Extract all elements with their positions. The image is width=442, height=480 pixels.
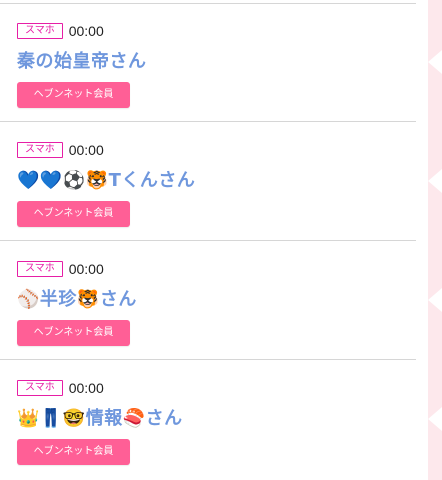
entry-meta: スマホ 00:00 bbox=[17, 21, 104, 41]
list-item[interactable]: スマホ 00:00 💙💙⚽🐯Tくんさん ヘブンネット会員 bbox=[0, 123, 416, 241]
member-badge: ヘブンネット会員 bbox=[17, 439, 130, 465]
visit-time: 00:00 bbox=[68, 142, 104, 158]
notch-decoration bbox=[428, 288, 442, 312]
device-tag: スマホ bbox=[17, 261, 63, 277]
device-tag: スマホ bbox=[17, 142, 63, 158]
list-item[interactable]: スマホ 00:00 ⚾半珍🐯さん ヘブンネット会員 bbox=[0, 242, 416, 360]
visit-time: 00:00 bbox=[68, 23, 104, 39]
device-tag: スマホ bbox=[17, 380, 63, 396]
visitor-name[interactable]: 秦の始皇帝さん bbox=[17, 47, 147, 73]
device-tag: スマホ bbox=[17, 23, 63, 39]
notch-decoration bbox=[428, 169, 442, 193]
list-item[interactable]: スマホ 00:00 👑👖🤓情報🍣さん ヘブンネット会員 bbox=[0, 361, 416, 479]
notch-decoration bbox=[428, 407, 442, 431]
entry-meta: スマホ 00:00 bbox=[17, 140, 104, 160]
visitor-name[interactable]: 👑👖🤓情報🍣さん bbox=[17, 404, 183, 430]
visit-time: 00:00 bbox=[68, 261, 104, 277]
notch-decoration bbox=[428, 50, 442, 74]
visitor-name[interactable]: 💙💙⚽🐯Tくんさん bbox=[17, 166, 195, 192]
decorative-side-strip bbox=[428, 0, 442, 480]
visit-time: 00:00 bbox=[68, 380, 104, 396]
member-badge: ヘブンネット会員 bbox=[17, 320, 130, 346]
entry-meta: スマホ 00:00 bbox=[17, 259, 104, 279]
member-badge: ヘブンネット会員 bbox=[17, 82, 130, 108]
visitor-name[interactable]: ⚾半珍🐯さん bbox=[17, 285, 137, 311]
member-badge: ヘブンネット会員 bbox=[17, 201, 130, 227]
list-item[interactable]: スマホ 00:00 秦の始皇帝さん ヘブンネット会員 bbox=[0, 4, 416, 122]
visitor-list: スマホ 00:00 秦の始皇帝さん ヘブンネット会員 スマホ 00:00 💙💙⚽… bbox=[0, 0, 416, 480]
entry-meta: スマホ 00:00 bbox=[17, 378, 104, 398]
